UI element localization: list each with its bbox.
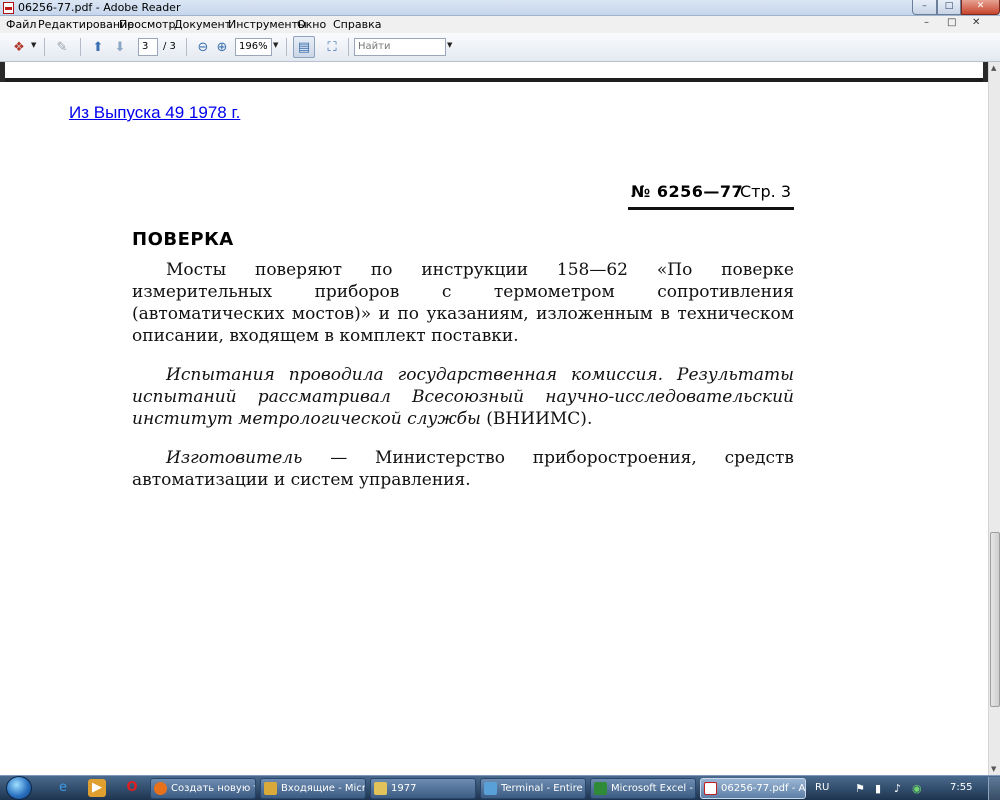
page-number-input[interactable]: 3 <box>138 38 158 56</box>
find-input[interactable]: Найти <box>354 38 446 56</box>
zoom-dropdown-icon[interactable]: ▼ <box>273 41 278 49</box>
fit-page-icon[interactable]: ⛶ <box>322 38 342 56</box>
media-player-icon[interactable]: ▶ <box>88 779 106 797</box>
create-dropdown-icon[interactable]: ▼ <box>31 41 36 49</box>
menu-tools[interactable]: Инструменты <box>228 18 307 31</box>
zoom-out-icon[interactable]: ⊖ <box>193 38 213 56</box>
action-center-flag-icon[interactable]: ⚑ <box>855 782 865 795</box>
outlook-icon <box>264 782 277 795</box>
section-title: ПОВЕРКА <box>132 229 234 250</box>
taskbar-button-terminal[interactable]: Terminal - Entire ... <box>480 778 586 799</box>
page-label: Стр. 3 <box>740 182 791 201</box>
paragraph-tests: Испытания проводила государственная коми… <box>132 364 794 430</box>
page-top-edge <box>0 62 988 82</box>
taskbar-button-label: Входящие - Micr... <box>281 783 366 794</box>
taskbar-button-label: 1977 <box>391 783 417 794</box>
previous-page-icon[interactable]: ⬆ <box>88 38 108 56</box>
taskbar-button-outlook[interactable]: Входящие - Micr... <box>260 778 366 799</box>
minimize-button[interactable]: – <box>912 0 937 15</box>
taskbar-button-label: Microsoft Excel - ... <box>611 783 695 794</box>
zoom-input[interactable]: 196% <box>235 38 272 56</box>
source-link[interactable]: Из Выпуска 49 1978 г. <box>69 103 240 123</box>
window-title: 06256-77.pdf - Adobe Reader <box>18 1 181 14</box>
taskbar-button-excel[interactable]: Microsoft Excel - ... <box>590 778 696 799</box>
doc-close-button[interactable]: ✕ <box>972 17 980 28</box>
clock[interactable]: 7:55 <box>950 782 972 793</box>
folder-icon <box>374 782 387 795</box>
opera-icon[interactable]: O <box>123 779 141 797</box>
menu-file[interactable]: Файл <box>6 18 36 31</box>
manufacturer-label: Изготовитель <box>166 448 303 468</box>
title-bar: 06256-77.pdf - Adobe Reader – □ ✕ <box>0 0 1000 16</box>
toolbar-separator <box>186 38 187 56</box>
scroll-down-icon[interactable]: ▼ <box>991 765 996 773</box>
toolbar: ❖ ▼ ✎ ⬆ ⬇ 3 / 3 ⊖ ⊕ 196% ▼ ▤ ⛶ Найти ▼ <box>0 33 1000 62</box>
menu-window[interactable]: Окно <box>297 18 326 31</box>
paragraph-manufacturer: Изготовитель — Министерство приборострое… <box>132 447 794 491</box>
close-button[interactable]: ✕ <box>961 0 1000 15</box>
toolbar-separator <box>286 38 287 56</box>
taskbar-button-firefox[interactable]: Создать новую т... <box>150 778 256 799</box>
tray-app-icon[interactable]: ◉ <box>912 782 922 795</box>
adobe-reader-icon <box>3 2 14 14</box>
tests-text: Испытания проводила государственная коми… <box>132 365 794 429</box>
terminal-icon <box>484 782 497 795</box>
taskbar: e ▶ O Создать новую т... Входящие - Micr… <box>0 775 1000 800</box>
internet-explorer-icon[interactable]: e <box>54 779 72 797</box>
toolbar-separator <box>348 38 349 56</box>
menu-view[interactable]: Просмотр <box>119 18 175 31</box>
next-page-icon[interactable]: ⬇ <box>110 38 130 56</box>
language-indicator[interactable]: RU <box>815 782 829 793</box>
show-desktop-button[interactable] <box>988 777 1000 800</box>
share-icon[interactable]: ✎ <box>52 38 72 56</box>
doc-restore-button[interactable]: □ <box>947 17 956 28</box>
taskbar-button-label: Создать новую т... <box>171 783 255 794</box>
paragraph-verification: Мосты поверяют по инструкции 158—62 «По … <box>132 260 794 346</box>
volume-icon[interactable]: ♪ <box>894 782 901 795</box>
taskbar-button-folder[interactable]: 1977 <box>370 778 476 799</box>
create-pdf-icon[interactable]: ❖ <box>9 38 29 56</box>
scroll-up-icon[interactable]: ▲ <box>991 64 996 72</box>
windows-orb-icon[interactable] <box>6 776 32 800</box>
firefox-icon <box>154 782 167 795</box>
fit-width-icon[interactable]: ▤ <box>293 36 315 58</box>
menu-document[interactable]: Документ <box>174 18 231 31</box>
excel-icon <box>594 782 607 795</box>
standard-number: № 6256—77 <box>631 182 744 201</box>
doc-minimize-button[interactable]: – <box>924 17 929 28</box>
institute-abbr: (ВНИИМС). <box>486 409 593 429</box>
scrollbar-thumb[interactable] <box>990 532 1000 707</box>
maximize-button[interactable]: □ <box>937 0 961 15</box>
taskbar-button-label: 06256-77.pdf - A... <box>721 783 806 794</box>
pdf-file-icon <box>704 782 717 795</box>
zoom-in-icon[interactable]: ⊕ <box>212 38 232 56</box>
menu-help[interactable]: Справка <box>333 18 381 31</box>
menu-bar: Файл Редактирование Просмотр Документ Ин… <box>0 16 1000 33</box>
find-dropdown-icon[interactable]: ▼ <box>447 41 452 49</box>
taskbar-button-adobe-reader[interactable]: 06256-77.pdf - A... <box>700 778 806 799</box>
total-pages: / 3 <box>163 41 176 52</box>
document-header: № 6256—77 Стр. 3 <box>628 180 794 210</box>
taskbar-button-label: Terminal - Entire ... <box>501 783 586 794</box>
toolbar-separator <box>44 38 45 56</box>
vertical-scrollbar[interactable]: ▲ ▼ <box>988 62 1000 775</box>
toolbar-separator <box>80 38 81 56</box>
network-icon[interactable]: ▮ <box>875 782 881 795</box>
